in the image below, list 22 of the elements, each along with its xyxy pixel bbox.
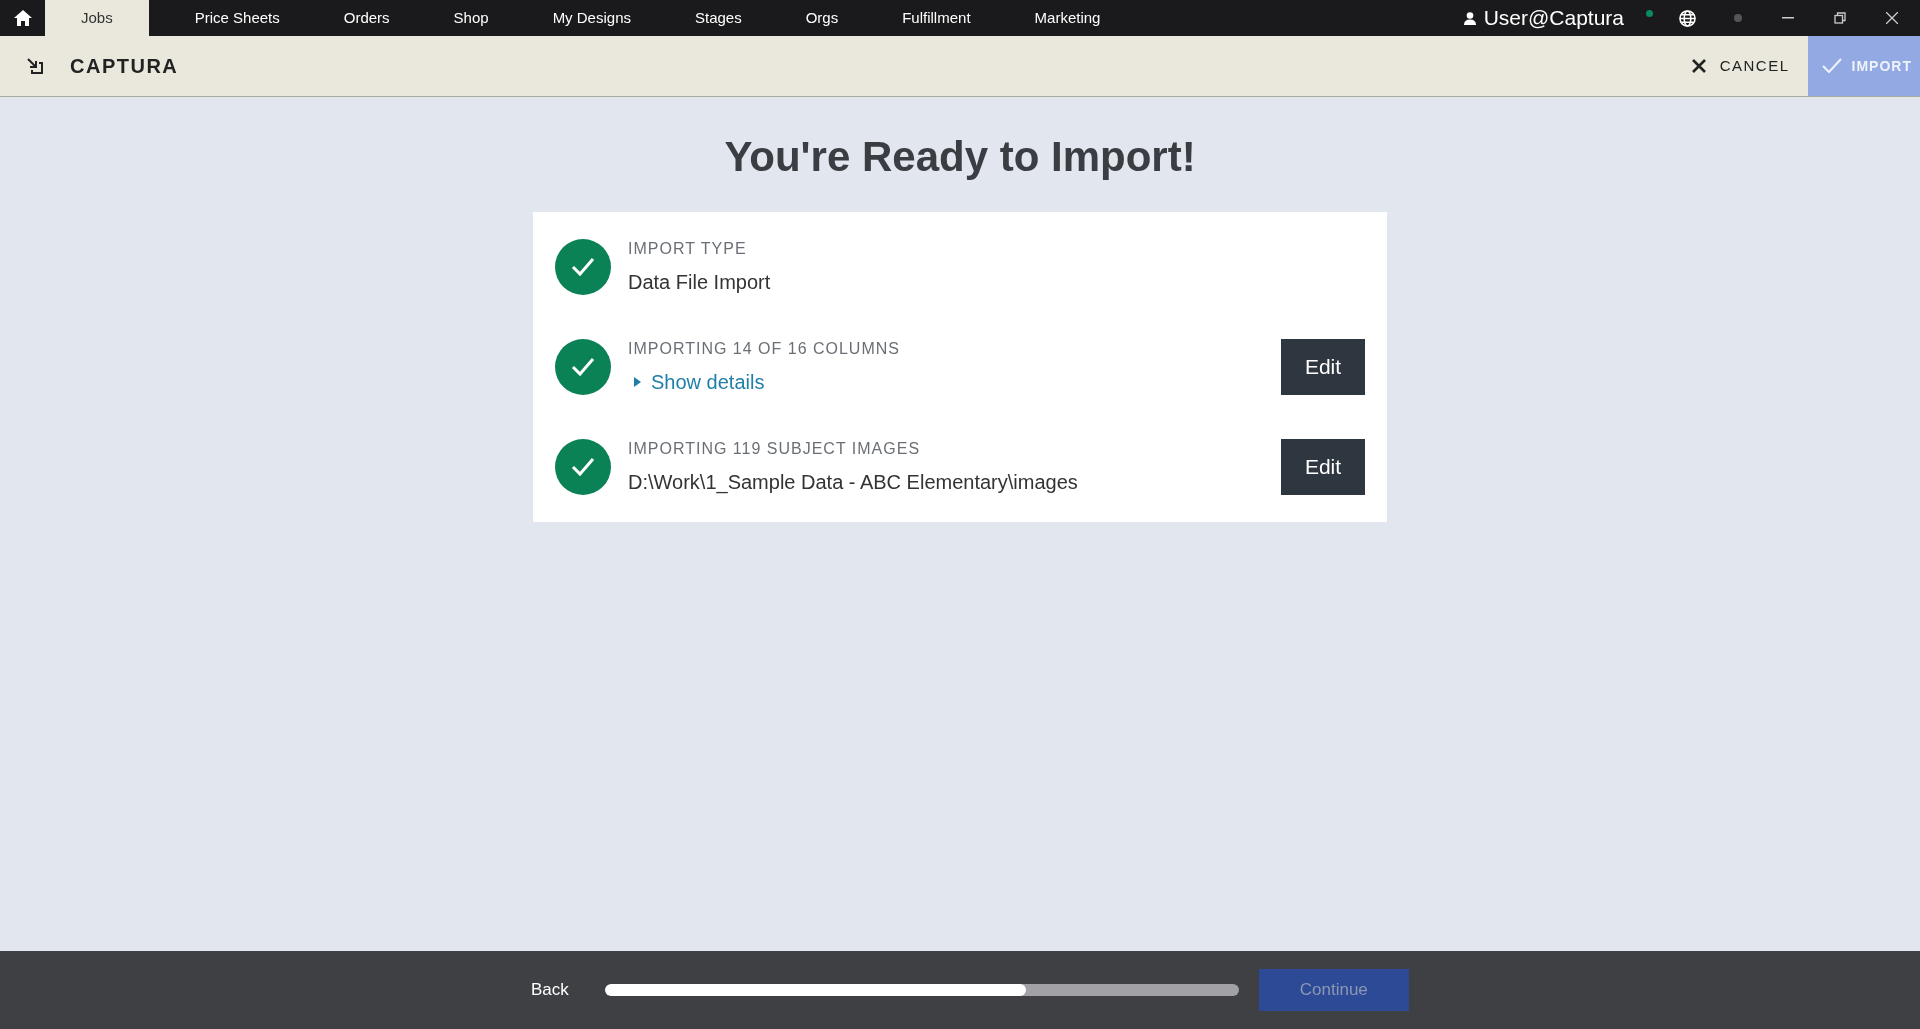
nav-tab[interactable]: Fulfillment	[870, 0, 1003, 36]
step-label: IMPORTING 119 SUBJECT IMAGES	[628, 439, 922, 459]
step-value: D:\Work\1_Sample Data - ABC Elementary\images	[628, 470, 1079, 496]
nav-tab[interactable]: Stages	[663, 0, 774, 36]
nav-tab[interactable]: Shop	[421, 0, 521, 36]
back-button[interactable]: Back	[530, 977, 570, 1003]
step-label: IMPORTING 14 OF 16 COLUMNS	[628, 339, 901, 359]
step-value: Data File Import	[628, 270, 772, 295]
show-details-link[interactable]: Show details	[634, 367, 765, 397]
edit-button[interactable]: Edit	[1281, 439, 1365, 495]
page-heading: You're Ready to Import!	[724, 132, 1196, 182]
app-title: CAPTURA	[70, 54, 179, 79]
nav-tab[interactable]: Price Sheets	[162, 0, 312, 36]
user-name[interactable]: User@Captura	[1483, 2, 1624, 34]
step-label: IMPORT TYPE	[628, 239, 748, 259]
nav-tab[interactable]: Orders	[311, 0, 422, 36]
nav-tab[interactable]: Jobs	[45, 0, 149, 36]
nav-tab[interactable]: Marketing	[1002, 0, 1133, 36]
edit-button[interactable]: Edit	[1281, 339, 1365, 395]
cancel-button[interactable]: CANCEL	[1673, 36, 1808, 96]
nav-tab[interactable]: My Designs	[520, 0, 663, 36]
nav-tab[interactable]: Orgs	[773, 0, 871, 36]
